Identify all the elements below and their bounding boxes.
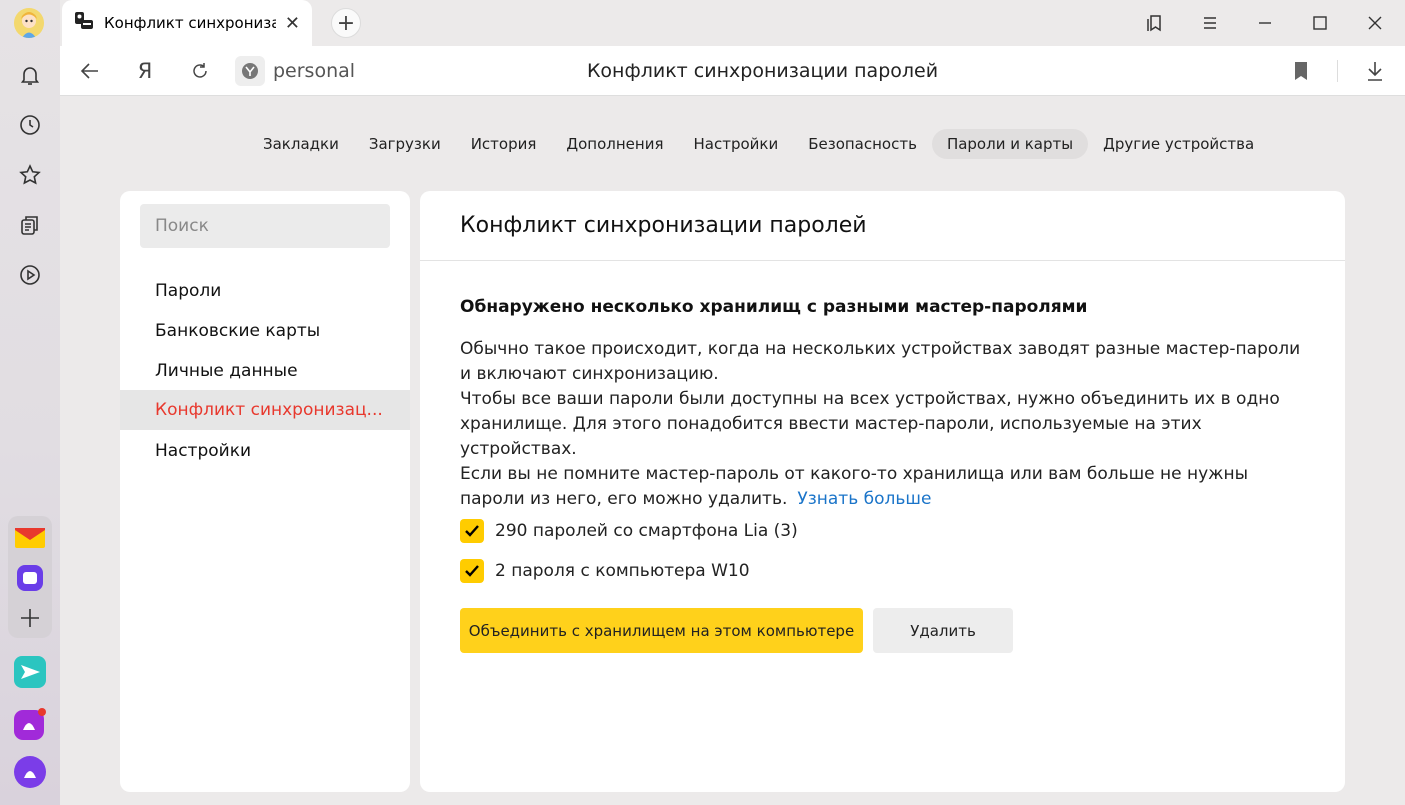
tab-close-icon[interactable]: ✕	[285, 13, 300, 34]
mail-app-icon[interactable]	[14, 522, 46, 554]
sidebar-item-bank-cards[interactable]: Банковские карты	[120, 311, 410, 351]
delete-button[interactable]: Удалить	[873, 608, 1013, 653]
checkbox-label[interactable]: 2 пароля с компьютера W10	[495, 561, 750, 581]
passwords-favicon-icon	[74, 11, 94, 35]
tab-title: Конфликт синхронизац	[104, 14, 276, 32]
tab-other-devices[interactable]: Другие устройства	[1088, 129, 1269, 159]
alice-chat-app-icon[interactable]	[14, 708, 46, 740]
messenger-app-icon[interactable]	[14, 562, 46, 594]
tab-security[interactable]: Безопасность	[793, 129, 932, 159]
merge-button[interactable]: Объединить с хранилищем на этом компьюте…	[460, 608, 863, 653]
downloads-icon[interactable]	[1360, 56, 1390, 86]
checkbox-label[interactable]: 290 паролей со смартфона Lia (3)	[495, 521, 798, 541]
storage-checkbox-row[interactable]: 2 пароля с компьютера W10	[460, 558, 750, 584]
video-play-icon[interactable]	[10, 255, 50, 295]
minimize-icon[interactable]	[1250, 8, 1280, 38]
add-app-icon[interactable]	[14, 602, 46, 634]
description-text: Обычно такое происходит, когда на нескол…	[460, 337, 1310, 512]
title-divider	[420, 260, 1345, 261]
bookmarks-star-icon[interactable]	[10, 155, 50, 195]
sidebar-item-sync-conflict[interactable]: Конфликт синхронизац...	[120, 390, 410, 430]
tab-history[interactable]: История	[456, 129, 552, 159]
maximize-icon[interactable]	[1305, 8, 1335, 38]
tab-bookmarks[interactable]: Закладки	[248, 129, 354, 159]
description-paragraph-2: Чтобы все ваши пароли были доступны на в…	[460, 389, 1280, 459]
checkbox-checked-icon[interactable]	[460, 519, 484, 543]
tab-extensions[interactable]: Дополнения	[551, 129, 678, 159]
tab-strip: Конфликт синхронизац ✕ +	[60, 0, 1405, 46]
sidebar-item-personal-data[interactable]: Личные данные	[120, 351, 410, 391]
tab-downloads[interactable]: Загрузки	[354, 129, 456, 159]
checkbox-checked-icon[interactable]	[460, 559, 484, 583]
tab-passwords-cards[interactable]: Пароли и карты	[931, 129, 1089, 159]
learn-more-link[interactable]: Узнать больше	[797, 489, 931, 509]
address-page-title[interactable]: Конфликт синхронизации паролей	[60, 60, 1405, 82]
notifications-bell-icon[interactable]	[10, 55, 50, 95]
left-sidebar	[0, 0, 60, 805]
collections-icon[interactable]	[10, 205, 50, 245]
tab-settings[interactable]: Настройки	[678, 129, 793, 159]
address-bar: Я personal Конфликт синхронизации пароле…	[60, 46, 1405, 96]
address-divider	[1337, 60, 1338, 82]
menu-hamburger-icon[interactable]	[1195, 8, 1225, 38]
search-input[interactable]	[140, 204, 390, 248]
settings-nav: Закладки Загрузки История Дополнения Нас…	[248, 129, 1269, 159]
new-tab-button[interactable]: +	[331, 8, 361, 38]
section-heading: Обнаружено несколько хранилищ с разными …	[460, 297, 1088, 317]
close-window-icon[interactable]	[1360, 8, 1390, 38]
page-title: Конфликт синхронизации паролей	[460, 213, 867, 238]
sidebar-item-settings[interactable]: Настройки	[120, 431, 410, 471]
main-content: Конфликт синхронизации паролей Обнаружен…	[420, 191, 1345, 792]
description-paragraph-1: Обычно такое происходит, когда на нескол…	[460, 339, 1301, 384]
sidebar-item-passwords[interactable]: Пароли	[120, 271, 410, 311]
send-app-icon[interactable]	[14, 656, 46, 688]
storage-checkbox-row[interactable]: 290 паролей со смартфона Lia (3)	[460, 518, 798, 544]
tabs-menu-icon[interactable]	[1140, 8, 1170, 38]
history-clock-icon[interactable]	[10, 105, 50, 145]
alice-assistant-icon[interactable]	[14, 756, 46, 788]
description-paragraph-3: Если вы не помните мастер-пароль от како…	[460, 464, 1249, 509]
bookmark-icon[interactable]	[1286, 56, 1316, 86]
browser-tab-active[interactable]: Конфликт синхронизац ✕	[62, 0, 312, 46]
profile-avatar[interactable]	[14, 8, 44, 38]
passwords-sidebar: Пароли Банковские карты Личные данные Ко…	[120, 191, 410, 792]
